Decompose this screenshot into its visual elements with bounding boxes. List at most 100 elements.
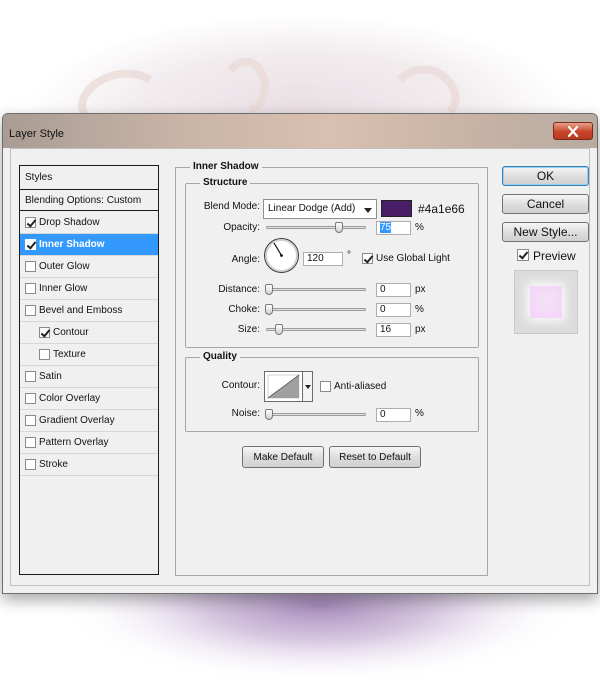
contour-picker[interactable] [264,371,303,402]
cancel-button[interactable]: Cancel [502,194,589,214]
noise-unit: % [415,408,424,419]
sidebar-item-label: Pattern Overlay [39,437,109,448]
choke-slider-thumb[interactable] [265,304,273,315]
sidebar-item-label: Gradient Overlay [39,415,115,426]
use-global-light-checkbox[interactable] [362,253,373,264]
style-preview-thumbnail [514,270,578,334]
choke-slider[interactable] [265,304,366,316]
quality-group: Quality Contour: Anti-aliased Noise: 0 % [185,351,479,432]
sidebar-item-label: Bevel and Emboss [39,305,123,316]
close-button[interactable] [553,122,593,140]
size-unit: px [415,324,426,335]
layer-style-dialog: Layer Style Styles Blending Options: Cus… [2,113,598,594]
size-field[interactable]: 16 [376,323,411,337]
sidebar-item-drop-shadow[interactable]: Drop Shadow [20,212,158,234]
distance-value: 0 [380,284,386,295]
blend-mode-select[interactable]: Linear Dodge (Add) [263,199,377,219]
contour-checkbox[interactable] [39,327,50,338]
styles-header-label: Styles [25,171,53,183]
size-label: Size: [237,324,260,335]
sidebar-item-satin[interactable]: Satin [20,366,158,388]
sidebar-item-color-overlay[interactable]: Color Overlay [20,388,158,410]
angle-unit: ° [347,250,351,261]
sidebar-item-label: Satin [39,371,62,382]
size-slider[interactable] [266,324,366,336]
preview-label: Preview [533,249,576,263]
drop-shadow-checkbox[interactable] [25,217,36,228]
opacity-field[interactable]: 75 [376,221,411,235]
sidebar-item-texture[interactable]: Texture [20,344,158,366]
angle-dial[interactable] [264,238,299,273]
opacity-unit: % [415,222,424,233]
blending-options-label: Blending Options: Custom [25,194,142,206]
preview-checkbox[interactable] [517,249,529,261]
sidebar-item-bevel-and-emboss[interactable]: Bevel and Emboss [20,300,158,322]
sidebar-item-contour[interactable]: Contour [20,322,158,344]
sidebar-item-pattern-overlay[interactable]: Pattern Overlay [20,432,158,454]
bevel-and-emboss-checkbox[interactable] [25,305,36,316]
distance-label: Distance: [218,284,260,295]
noise-slider[interactable] [265,409,366,421]
sidebar-item-label: Outer Glow [39,261,90,272]
contour-curve-icon [267,374,300,399]
size-slider-thumb[interactable] [275,324,283,335]
blend-mode-value: Linear Dodge (Add) [268,203,356,214]
inner-shadow-checkbox[interactable] [25,239,36,250]
angle-value: 120 [307,253,324,264]
title-bar[interactable]: Layer Style [3,114,597,148]
distance-slider[interactable] [265,284,366,296]
dialog-content: Styles Blending Options: Custom Drop Sha… [10,148,590,586]
sidebar-item-label: Drop Shadow [39,217,100,228]
noise-label: Noise: [231,408,260,419]
structure-title: Structure [200,177,251,188]
reset-to-default-button[interactable]: Reset to Default [329,446,421,468]
sidebar-item-stroke[interactable]: Stroke [20,454,158,476]
texture-checkbox[interactable] [39,349,50,360]
noise-slider-thumb[interactable] [265,409,273,420]
styles-list: Styles Blending Options: Custom Drop Sha… [19,165,159,575]
preview-swatch [530,286,562,318]
stroke-checkbox[interactable] [25,459,36,470]
new-style-button[interactable]: New Style... [502,222,589,242]
sidebar-item-inner-glow[interactable]: Inner Glow [20,278,158,300]
blend-mode-label: Blend Mode: [203,201,260,212]
make-default-button[interactable]: Make Default [242,446,324,468]
shadow-color-swatch[interactable] [381,200,412,217]
contour-dropdown-button[interactable] [303,371,313,402]
inner-glow-checkbox[interactable] [25,283,36,294]
opacity-slider-thumb[interactable] [335,222,343,233]
choke-field[interactable]: 0 [376,303,411,317]
choke-value: 0 [380,304,386,315]
panel-title: Inner Shadow [190,161,262,172]
color-hex-label: #4a1e66 [418,202,465,216]
anti-aliased-checkbox[interactable] [320,381,331,392]
noise-field[interactable]: 0 [376,408,411,422]
angle-needle-icon [273,242,283,257]
choke-unit: % [415,304,424,315]
satin-checkbox[interactable] [25,371,36,382]
distance-field[interactable]: 0 [376,283,411,297]
ok-button[interactable]: OK [502,166,589,186]
opacity-label: Opacity: [223,222,260,233]
contour-label: Contour: [221,380,260,391]
blending-options-item[interactable]: Blending Options: Custom [20,189,158,211]
anti-aliased-label: Anti-aliased [334,381,387,392]
distance-unit: px [415,284,426,295]
sidebar-item-label: Inner Glow [39,283,88,294]
angle-field[interactable]: 120 [303,252,343,266]
use-global-light-label: Use Global Light [376,253,450,264]
color-overlay-checkbox[interactable] [25,393,36,404]
sidebar-item-outer-glow[interactable]: Outer Glow [20,256,158,278]
outer-glow-checkbox[interactable] [25,261,36,272]
sidebar-item-label: Contour [53,327,89,338]
styles-header[interactable]: Styles [20,166,158,188]
gradient-overlay-checkbox[interactable] [25,415,36,426]
opacity-slider[interactable] [266,222,366,234]
sidebar-item-label: Stroke [39,459,68,470]
choke-label: Choke: [228,304,260,315]
sidebar-item-label: Texture [53,349,86,360]
pattern-overlay-checkbox[interactable] [25,437,36,448]
sidebar-item-inner-shadow[interactable]: Inner Shadow [20,234,158,256]
sidebar-item-gradient-overlay[interactable]: Gradient Overlay [20,410,158,432]
distance-slider-thumb[interactable] [265,284,273,295]
